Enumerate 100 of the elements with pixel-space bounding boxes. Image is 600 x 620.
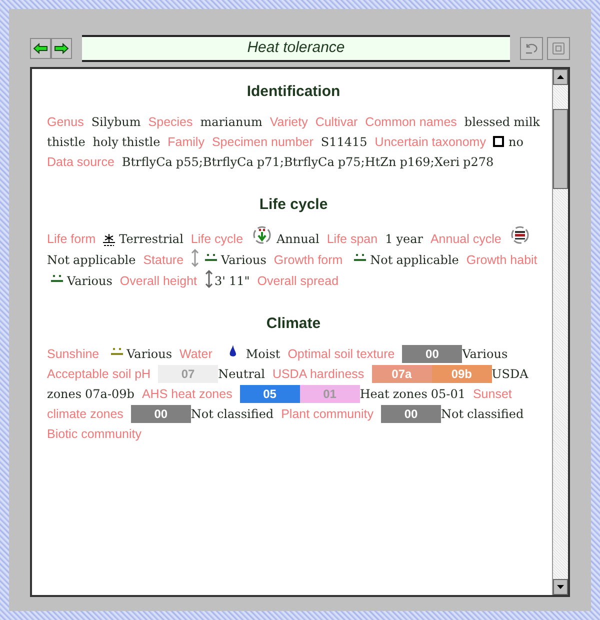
field-value: p71;BtrflyCa (256, 154, 334, 168)
zone-swatch: 07 (158, 365, 218, 384)
zone-swatch: 00 (381, 405, 441, 424)
field-label: Overall (257, 274, 297, 288)
field-label: height (162, 274, 198, 288)
section-heading: Life cycle (259, 194, 328, 214)
field-label: zones (90, 406, 124, 420)
field-label: source (76, 154, 114, 168)
zone-swatch: 00 (130, 405, 191, 424)
field-label: Common (365, 114, 416, 128)
field-value: year (396, 232, 423, 246)
field-value: Terrestrial (119, 232, 184, 246)
water-drop-icon (228, 344, 238, 358)
checkbox[interactable] (493, 136, 504, 146)
field-label: pH (134, 366, 151, 380)
field-value: p75;HtZn (338, 154, 396, 168)
field-label: form (318, 253, 343, 267)
section-heading: Climate (266, 314, 321, 334)
field-label: Plant (281, 406, 310, 420)
field-value: Not (47, 253, 70, 267)
field-value: Moist (246, 346, 280, 360)
forward-button[interactable] (51, 38, 72, 58)
field-label: Optimal (288, 346, 331, 360)
field-value: Annual (276, 232, 320, 246)
scroll-thumb[interactable] (553, 109, 568, 189)
field-label: Life (326, 232, 347, 246)
cycle-icon (508, 224, 531, 246)
field-value: Neutral (218, 366, 265, 380)
field-value: no (508, 134, 524, 148)
field-label: hardiness (310, 366, 364, 380)
field-label: Acceptable (47, 366, 109, 380)
field-value: Heat (360, 386, 390, 400)
field-value: zones (392, 386, 428, 400)
field-label: Variety (270, 114, 308, 128)
field-label: climate (47, 406, 87, 420)
ground-plant-icon (103, 232, 116, 247)
field-value: 1 (385, 232, 393, 246)
field-label: Species (148, 114, 193, 128)
field-label: form (70, 232, 96, 246)
field-value: classified (216, 406, 274, 420)
field-label: cycle (214, 232, 244, 246)
field-label: Biotic (47, 426, 78, 440)
field-label: heat (171, 386, 196, 400)
field-label: Growth (274, 253, 314, 267)
field-label: Annual (430, 232, 470, 246)
field-label: Growth (466, 253, 507, 267)
field-label: Cultivar (315, 114, 358, 128)
scroll-up-button[interactable] (553, 69, 568, 85)
field-label: Life (47, 232, 68, 246)
field-label: habit (510, 253, 538, 267)
field-value: Not (441, 406, 464, 420)
height-arrow-icon (204, 270, 213, 288)
field-label: taxonomy (432, 134, 486, 148)
back-button[interactable] (30, 38, 51, 58)
field-label: names (419, 114, 457, 128)
field-value: Various (462, 346, 508, 360)
down-arrow-icon (557, 585, 564, 589)
field-label: community (313, 406, 374, 420)
field-value: Various (67, 274, 112, 288)
field-label: span (350, 232, 378, 246)
field-value: 11" (228, 274, 250, 288)
scroll-down-button[interactable] (553, 579, 568, 595)
field-label: Water (180, 346, 212, 360)
height-arrow-icon (191, 249, 200, 267)
field-value: classified (467, 406, 524, 420)
zone-swatch: 05 (240, 385, 300, 404)
zone-swatch: 01 (300, 385, 360, 404)
zone-swatch: 07a (372, 365, 432, 384)
field-label: Specimen (212, 134, 268, 148)
field-label: USDA (272, 366, 306, 380)
field-label: Sunset (472, 386, 512, 400)
zone-swatch: 00 (402, 345, 462, 364)
dots-icon (110, 348, 123, 356)
field-label: soil (112, 366, 132, 380)
field-label: Sunshine (47, 346, 100, 360)
field-value: 3' (214, 274, 226, 288)
field-label: Overall (120, 274, 160, 288)
field-value: BtrflyCa (122, 154, 172, 168)
zone-swatch: 09b (432, 365, 492, 384)
field-label: community (81, 426, 142, 440)
field-value: marianum (200, 114, 262, 128)
field-value: p278 (463, 154, 494, 168)
field-label: Genus (47, 114, 84, 128)
vertical-scrollbar[interactable] (552, 69, 568, 595)
section-heading: Identification (246, 82, 340, 102)
field-label: Family (168, 134, 204, 148)
undo-button[interactable] (520, 36, 543, 60)
field-label: Stature (143, 253, 184, 267)
field-value: applicable (396, 253, 459, 267)
field-label: Life (190, 232, 212, 246)
field-label: spread (300, 274, 339, 288)
field-label: soil (334, 346, 354, 360)
right-arrow-icon (54, 42, 69, 54)
field-label: Uncertain (374, 134, 428, 148)
field-value: S11415 (320, 134, 368, 148)
field-value: thistle (122, 134, 160, 148)
square-icon (552, 42, 565, 54)
field-label: number (271, 134, 314, 148)
field-value: USDA (492, 366, 528, 380)
field-label: Data (47, 154, 74, 168)
